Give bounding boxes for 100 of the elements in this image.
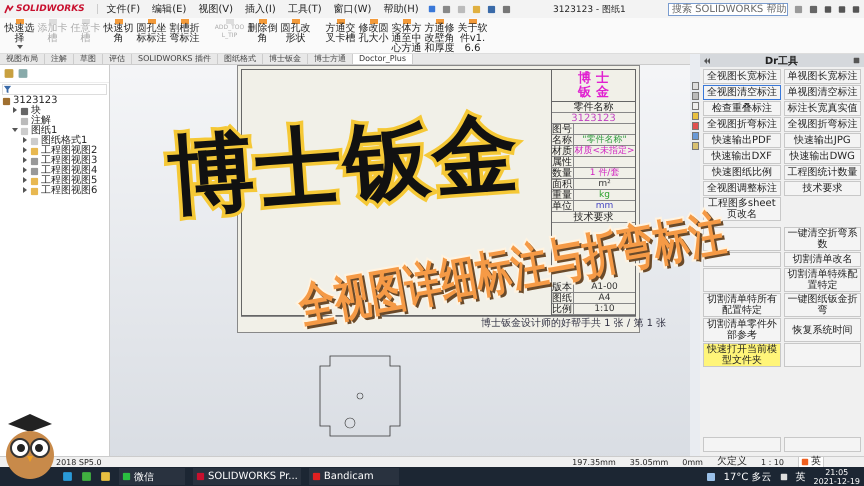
footer-slogan: 博士钣金设计师的好帮手 xyxy=(481,316,591,330)
taskbar-app[interactable]: Bandicam xyxy=(308,468,399,485)
field-label: 名称 xyxy=(552,135,574,145)
tool-button[interactable]: 全视图折弯标注 xyxy=(784,117,861,132)
expand-caret-icon[interactable] xyxy=(22,167,28,173)
tool-button[interactable]: 切割清单特殊配置特定 xyxy=(784,268,861,292)
dropdown-caret-icon[interactable] xyxy=(16,44,22,50)
scale-text[interactable]: 1 : 10 xyxy=(760,458,784,466)
tool-button[interactable]: 快速图纸比例 xyxy=(703,165,780,180)
menu-item[interactable]: 文件(F) xyxy=(104,2,144,16)
ribbon-button[interactable]: 关于软件v1.6.6 xyxy=(457,19,488,54)
ribbon-tab[interactable]: 注解 xyxy=(45,54,74,64)
clock-time: 21:05 xyxy=(825,468,848,476)
ribbon-tab[interactable]: 草图 xyxy=(74,54,103,64)
tool-button[interactable]: 快速输出DXF xyxy=(703,149,780,164)
tool-button[interactable]: 标注长宽真实值 xyxy=(784,101,861,116)
tool-button[interactable]: 全视图清空标注 xyxy=(703,85,780,100)
tool-button[interactable]: 单视图清空标注 xyxy=(784,85,861,100)
tree-item[interactable]: 注解 xyxy=(31,116,51,126)
tool-button[interactable]: 技术要求 xyxy=(784,181,861,196)
tree-item[interactable]: 工程图视图6 xyxy=(41,186,98,196)
menu-item[interactable]: 编辑(E) xyxy=(149,2,190,16)
menu-item[interactable]: 插入(I) xyxy=(242,2,279,16)
tree-item[interactable]: 工程图视图4 xyxy=(41,166,98,176)
tool-button[interactable]: 切割清单零件外部参考 xyxy=(703,318,780,342)
field-label: 图纸 xyxy=(552,293,574,303)
tool-button[interactable]: 工程图统计数量 xyxy=(784,165,861,180)
tree-item[interactable]: 工程图视图5 xyxy=(41,176,98,186)
logo-icon xyxy=(4,4,14,14)
ribbon-button[interactable]: 割槽折弯标注 xyxy=(169,19,200,44)
tree-root[interactable]: 3123123 xyxy=(13,96,58,106)
field-value: A1-00 xyxy=(590,282,619,292)
window-title: 3123123 - 图纸1 xyxy=(552,4,627,16)
field-value: kg xyxy=(598,190,611,200)
field-label: 比例 xyxy=(552,304,574,314)
tool-button[interactable]: 快速输出JPG xyxy=(784,133,861,148)
expand-caret-icon[interactable] xyxy=(12,127,18,133)
tool-button[interactable]: 一键图纸钣金折弯 xyxy=(784,293,861,317)
y-coordinate: 35.05mm xyxy=(630,458,668,466)
field-label: 单位 xyxy=(552,201,574,211)
ime-indicator[interactable]: 英 xyxy=(796,470,806,484)
tool-button[interactable]: 恢复系统时间 xyxy=(784,318,861,342)
expand-caret-icon[interactable] xyxy=(22,157,28,163)
tool-button[interactable]: 快速打开当前模型文件夹 xyxy=(703,343,780,367)
tool-button[interactable]: 全视图长宽标注 xyxy=(703,69,780,84)
menu-item[interactable]: 视图(V) xyxy=(195,2,236,16)
expand-caret-icon[interactable] xyxy=(22,147,28,153)
taskbar-app[interactable]: 微信 xyxy=(119,468,185,485)
ribbon-button[interactable]: 圆孔坐标标注 xyxy=(136,19,167,44)
ribbon-button[interactable]: 删除倒角 xyxy=(247,19,278,44)
field-label: 图号 xyxy=(552,124,574,134)
field-label: 数量 xyxy=(552,168,574,178)
ribbon-button[interactable]: 快速切角 xyxy=(103,19,134,44)
taskbar-app[interactable]: SOLIDWORKS Pr... xyxy=(193,468,301,485)
field-label: 重量 xyxy=(552,190,574,200)
ribbon-button[interactable]: 方通修改壁角和厚度 xyxy=(424,19,455,54)
menu-item[interactable]: 帮助(H) xyxy=(380,2,422,16)
tree-item[interactable]: 图纸格式1 xyxy=(41,136,88,146)
tool-button[interactable]: 全视图调整标注 xyxy=(703,181,780,196)
field-label: 面积 xyxy=(552,179,574,189)
ribbon-button[interactable]: 实体方通至中心方通 xyxy=(391,19,422,54)
tool-button[interactable]: 快速输出PDF xyxy=(703,133,780,148)
menu-item[interactable]: 窗口(W) xyxy=(330,2,374,16)
tool-button[interactable]: 检查重叠标注 xyxy=(703,101,780,116)
ribbon-tab[interactable]: 视图布局 xyxy=(0,54,45,64)
weather-text: 17°C 多云 xyxy=(724,470,772,484)
tool-button[interactable]: 单视图长宽标注 xyxy=(784,69,861,84)
tool-button[interactable]: 全视图折弯标注 xyxy=(703,117,780,132)
tree-item[interactable]: 图纸1 xyxy=(31,126,58,136)
tool-button[interactable]: 快速输出DWG xyxy=(784,149,861,164)
ribbon-tab[interactable]: SOLIDWORKS 插件 xyxy=(132,54,218,64)
tree-item[interactable]: 工程图视图2 xyxy=(41,146,98,156)
expand-caret-icon[interactable] xyxy=(22,137,28,143)
tool-button[interactable]: 切割清单改名 xyxy=(784,252,861,267)
filter-icon[interactable] xyxy=(3,85,12,94)
ribbon-tab[interactable]: 博士钣金 xyxy=(262,54,308,64)
ribbon-tab[interactable]: 图纸格式 xyxy=(218,54,263,64)
tool-button[interactable]: 切割清单特所有配置特定 xyxy=(703,293,780,317)
search-field[interactable]: 搜索 SOLIDWORKS 帮助 xyxy=(668,2,788,16)
ribbon-tab[interactable]: 评估 xyxy=(103,54,132,64)
ribbon-button[interactable]: 圆孔改形状 xyxy=(280,19,311,44)
z-coordinate: 0mm xyxy=(682,458,703,466)
ribbon-button[interactable]: 方通交叉卡槽 xyxy=(325,19,356,44)
notes-title: 技术要求 xyxy=(552,212,635,223)
tree-item[interactable]: 块 xyxy=(31,106,41,116)
field-value: A4 xyxy=(598,293,612,303)
tool-button[interactable]: 一键清空折弯系数 xyxy=(784,227,861,251)
menu-item[interactable]: 工具(T) xyxy=(284,2,325,16)
expand-caret-icon[interactable] xyxy=(22,177,28,183)
ribbon-tab[interactable]: Doctor_Plus xyxy=(352,54,414,64)
field-value: 1:10 xyxy=(593,304,616,314)
collapse-icon[interactable] xyxy=(704,58,710,64)
field-value: mm xyxy=(594,201,614,211)
ribbon-button[interactable]: 修改圆孔大小 xyxy=(358,19,389,44)
field-value: 材质<未指定> xyxy=(574,146,635,156)
expand-caret-icon[interactable] xyxy=(22,187,28,193)
app-logo: SOLIDWORKS xyxy=(16,4,85,14)
tree-item[interactable]: 工程图视图3 xyxy=(41,156,98,166)
ribbon-button[interactable]: 快速选择 xyxy=(4,19,35,50)
expand-caret-icon[interactable] xyxy=(12,107,18,113)
